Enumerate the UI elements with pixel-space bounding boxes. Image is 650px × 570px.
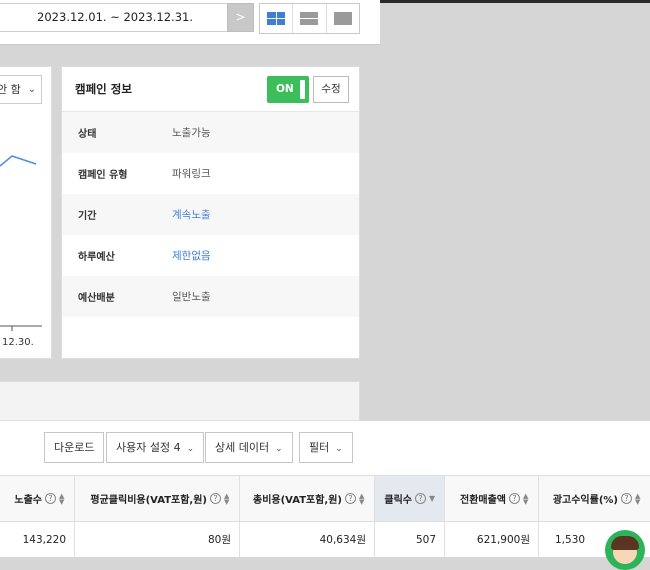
campaign-on-toggle[interactable]: ON [267,76,309,103]
line-chart [0,155,42,331]
col-avg-cpc[interactable]: 평균클릭비용(VAT포함,원)? ▲ ▼ [74,476,239,521]
download-button[interactable]: 다운로드 [44,432,105,463]
info-row-budget-distribution: 예산배분 일반노출 [62,276,359,317]
toggle-label: ON [276,83,294,95]
rows-view-icon [300,12,319,25]
help-icon[interactable]: ? [45,493,56,504]
info-value: 일반노출 [172,291,211,303]
info-label: 하루예산 [78,252,115,263]
help-icon[interactable]: ? [415,493,426,504]
info-label: 상태 [78,129,97,140]
grid-view-icon [267,12,286,25]
filter-label: 필터 [309,441,330,454]
single-view-icon [333,12,352,25]
daily-budget-link[interactable]: 제한없음 [172,248,211,263]
grid-view-button[interactable] [260,4,294,33]
campaign-info-header: 캠페인 정보 ON 수정 [62,67,359,112]
single-view-button[interactable] [327,4,359,33]
period-link[interactable]: 계속노출 [172,207,211,222]
col-impressions[interactable]: 노출수? ▲ ▼ [0,476,74,521]
download-label: 다운로드 [54,441,95,454]
sort-icon[interactable]: ▲ ▼ [359,492,366,505]
info-label: 기간 [78,211,97,222]
panel-header-strip [0,381,360,421]
campaign-info-card: 캠페인 정보 ON 수정 상태 노출가능 캠페인 유형 파워링크 기간 계속노출… [61,66,360,359]
x-axis-tick-label: 12.30. [2,337,34,348]
date-range-card: 2023.12.01. ~ 2023.12.31. > [0,0,380,45]
sort-icon[interactable]: ▲ ▼ [59,492,66,505]
sort-icon[interactable]: ▲ ▼ [523,492,530,505]
cell-total-cost: 40,634원 [239,522,374,557]
info-row-period: 기간 계속노출 [62,194,359,235]
cell-impressions: 143,220 [22,533,66,546]
info-label: 캠페인 유형 [78,170,128,181]
detail-data-label: 상세 데이터 [215,441,270,454]
edit-button[interactable]: 수정 [313,76,349,103]
col-clicks[interactable]: 클릭수? ▼ [374,476,444,521]
column-label: 클릭수 [384,495,412,506]
column-label: 총비용(VAT포함,원) [253,495,342,506]
chevron-down-icon: ⌄ [27,84,36,95]
cell-avg-cpc: 80원 [74,522,239,557]
view-mode-toggle [259,3,360,34]
cell-conversion-revenue: 621,900원 [444,522,538,557]
avatar-hair [611,536,639,550]
filter-select[interactable]: 필터 ⌄ [299,432,353,463]
chevron-down-icon: ⌄ [275,444,283,454]
column-label: 광고수익률(%) [552,495,618,506]
sort-desc-icon[interactable]: ▼ [429,494,436,502]
info-value: 파워링크 [172,168,211,180]
cell-clicks: 507 [374,522,444,557]
info-row-campaign-type: 캠페인 유형 파워링크 [62,153,359,194]
column-label: 전환매출액 [460,495,506,506]
campaign-info-title: 캠페인 정보 [75,82,132,96]
sort-icon[interactable]: ▲ ▼ [635,492,642,505]
info-label: 예산배분 [78,293,115,304]
performance-chart-card: 안 함 ⌄ [0,66,52,359]
sort-icon[interactable]: ▲ ▼ [224,492,231,505]
chevron-down-icon: ⌄ [186,444,195,454]
chatbot-avatar[interactable] [605,530,645,570]
help-icon[interactable]: ? [621,493,632,504]
campaign-info-rows: 상태 노출가능 캠페인 유형 파워링크 기간 계속노출 하루예산 제한없음 예산… [62,112,359,317]
toggle-knob [300,80,305,99]
info-value: 노출가능 [172,127,211,139]
chart-compare-select[interactable]: 안 함 ⌄ [0,75,42,104]
column-label: 평균클릭비용(VAT포함,원) [90,495,207,506]
chevron-down-icon: ⌄ [335,444,343,454]
col-total-cost[interactable]: 총비용(VAT포함,원)? ▲ ▼ [239,476,374,521]
rows-view-button[interactable] [293,4,327,33]
col-roas[interactable]: 광고수익률(%)? ▲ ▼ [538,476,650,521]
column-label: 노출수 [14,495,42,506]
info-row-daily-budget: 하루예산 제한없음 [62,235,359,276]
user-setting-select[interactable]: 사용자 설정 4 ⌄ [106,432,205,463]
user-setting-label: 사용자 설정 4 [116,441,181,454]
help-icon[interactable]: ? [210,493,221,504]
chart-select-label: 안 함 [0,83,21,96]
info-row-status: 상태 노출가능 [62,112,359,153]
next-period-button[interactable]: > [227,3,254,32]
help-icon[interactable]: ? [509,493,520,504]
col-conversion-revenue[interactable]: 전환매출액? ▲ ▼ [444,476,538,521]
chart-series-line [0,155,37,167]
help-icon[interactable]: ? [345,493,356,504]
table-row: 143,220 80원 40,634원 507 621,900원 1,530 [0,522,650,557]
table-header-row: 노출수? ▲ ▼ 평균클릭비용(VAT포함,원)? ▲ ▼ 총비용(VAT포함,원)? ▲… [0,475,650,522]
date-range-picker[interactable]: 2023.12.01. ~ 2023.12.31. [0,3,254,32]
detail-data-select[interactable]: 상세 데이터 ⌄ [205,432,293,463]
